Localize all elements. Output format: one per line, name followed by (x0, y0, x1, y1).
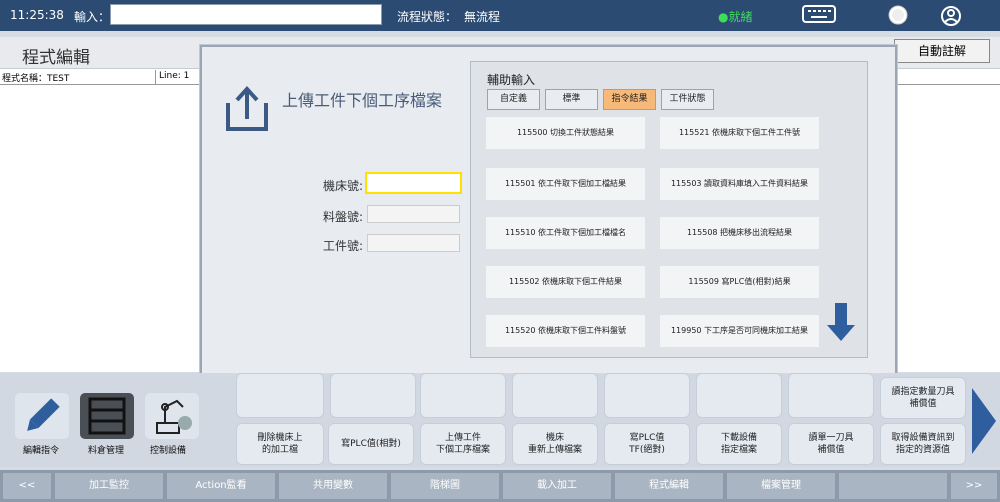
nav-ladder-diagram[interactable]: 階梯圖 (391, 473, 499, 499)
tab-workpiece-status[interactable]: 工件狀態 (661, 89, 714, 110)
nav-program-edit[interactable]: 程式編輯 (615, 473, 723, 499)
dialog-title: 上傳工件下個工序檔案 (282, 91, 443, 110)
assist-item[interactable]: 115503 讀取資料庫填入工件資料結果 (660, 168, 819, 200)
function-button[interactable]: 上傳工件 下個工序檔案 (420, 423, 506, 465)
nav-empty-slot[interactable] (839, 473, 947, 499)
clock: 11:25:38 (10, 8, 64, 22)
auto-comment-button[interactable]: 自動註解 (894, 39, 990, 63)
machine-no-label: 機床號: (322, 179, 363, 193)
nav-action-monitor[interactable]: Action監看 (167, 473, 275, 499)
assist-input-panel: 輔助輸入 自定義 標準 指令結果 工件狀態 115500 切換工件狀態結果 11… (470, 61, 868, 358)
material-management-label: 料倉管理 (87, 446, 124, 456)
tray-no-label: 料盤號: (322, 210, 363, 224)
pencil-icon (27, 398, 60, 431)
top-status-bar: 11:25:38 輸入： 流程狀態： 無流程 ●就緒 (0, 0, 1000, 31)
assist-title: 輔助輸入 (487, 73, 536, 87)
nav-machining-monitor[interactable]: 加工監控 (55, 473, 163, 499)
nav-load-machining[interactable]: 載入加工 (503, 473, 611, 499)
rack-icon (88, 397, 126, 435)
bottom-nav: << 加工監控 Action監看 共用變數 階梯圖 載入加工 程式編輯 檔案管理… (0, 470, 1000, 502)
machine-no-field[interactable] (365, 172, 462, 194)
nav-file-management[interactable]: 檔案管理 (727, 473, 835, 499)
function-slot[interactable] (696, 373, 782, 418)
program-name: 程式名稱：TEST (2, 74, 70, 84)
edit-command-label: 編輯指令 (22, 446, 59, 456)
assist-item[interactable]: 115502 依機床取下個工件結果 (486, 266, 645, 298)
function-slot[interactable] (512, 373, 598, 418)
function-button[interactable]: 寫PLC值 TF(絕對) (604, 423, 690, 465)
tab-standard[interactable]: 標準 (545, 89, 598, 110)
assist-item[interactable]: 115500 切換工件狀態結果 (486, 117, 645, 149)
upload-icon (220, 85, 272, 137)
nav-next-button[interactable]: >> (951, 473, 997, 499)
function-slot[interactable] (604, 373, 690, 418)
function-toolbar: 編輯指令 料倉管理 控制設備 讀指定數量刀具 補償值 刪除機床上 的加工檔 寫P… (0, 373, 1000, 467)
tab-custom[interactable]: 自定義 (487, 89, 540, 110)
function-button[interactable]: 寫PLC值(相對) (328, 423, 414, 465)
tray-no-field[interactable] (367, 205, 460, 223)
keyboard-icon[interactable] (802, 4, 836, 29)
page-title: 程式編輯 (22, 48, 90, 68)
command-input[interactable] (110, 4, 382, 25)
function-slot[interactable] (330, 373, 416, 418)
assist-item[interactable]: 115501 依工件取下個加工檔結果 (486, 168, 645, 200)
function-button[interactable]: 下載設備 指定檔案 (696, 423, 782, 465)
line-indicator: Line: 1 (155, 70, 189, 85)
assist-item[interactable]: 115520 依機床取下個工件料盤號 (486, 315, 645, 347)
workpiece-no-label: 工件號: (322, 239, 363, 253)
upload-next-process-dialog: 上傳工件下個工序檔案 機床號: 料盤號: 工件號: 輔助輸入 自定義 標準 指令… (200, 45, 897, 412)
assist-item[interactable]: 115510 依工件取下個加工檔檔名 (486, 217, 645, 249)
assist-item[interactable]: 119950 下工序是否可同機床加工結果 (660, 315, 819, 347)
ready-status: ●就緒 (718, 10, 753, 24)
nav-shared-variables[interactable]: 共用變數 (279, 473, 387, 499)
function-button[interactable]: 機床 重新上傳檔案 (512, 423, 598, 465)
flow-status-value: 無流程 (464, 10, 501, 24)
assist-item[interactable]: 115509 寫PLC值(相對)結果 (660, 266, 819, 298)
input-label: 輸入： (74, 10, 111, 24)
power-icon[interactable] (887, 4, 909, 29)
user-icon[interactable] (940, 4, 962, 31)
function-slot[interactable] (420, 373, 506, 418)
function-button[interactable]: 刪除機床上 的加工檔 (236, 423, 324, 465)
assist-item[interactable]: 115508 把機床移出流程結果 (660, 217, 819, 249)
scroll-down-arrow-icon[interactable] (826, 303, 856, 347)
assist-item[interactable]: 115521 依機床取下個工件工件號 (660, 117, 819, 149)
nav-prev-button[interactable]: << (3, 473, 51, 499)
function-slot[interactable] (236, 373, 324, 418)
tab-command-result[interactable]: 指令結果 (603, 89, 656, 110)
read-tool-count-compensation-button[interactable]: 讀指定數量刀具 補償值 (880, 377, 966, 419)
workpiece-no-field[interactable] (367, 234, 460, 252)
control-device-label: 控制設備 (149, 446, 186, 456)
robot-arm-icon (156, 399, 192, 434)
function-button[interactable]: 取得設備資訊到 指定的資源值 (880, 423, 966, 465)
function-slot[interactable] (788, 373, 874, 418)
flow-status-label: 流程狀態： (397, 10, 458, 24)
edit-command-button[interactable] (15, 393, 69, 439)
control-device-button[interactable] (145, 393, 199, 439)
function-button[interactable]: 讀單一刀具 補償值 (788, 423, 874, 465)
material-management-button[interactable] (80, 393, 134, 439)
next-page-arrow-icon[interactable] (970, 386, 998, 460)
